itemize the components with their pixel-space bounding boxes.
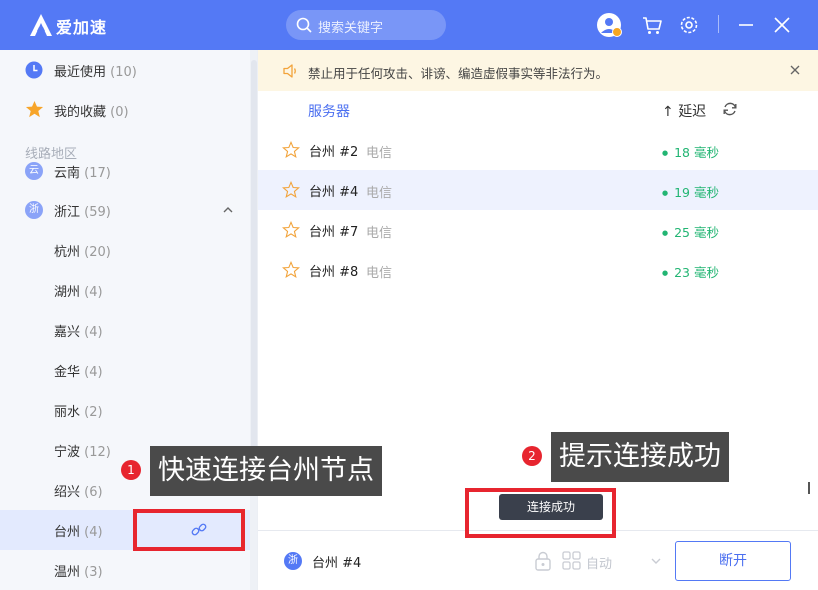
server-latency: 23 毫秒 (662, 262, 719, 281)
close-icon[interactable] (769, 12, 795, 38)
user-avatar-icon[interactable] (596, 12, 622, 38)
sidebar-item-count: (2) (84, 405, 103, 420)
sidebar-item-label: 宁波 (54, 445, 81, 460)
clock-icon (25, 61, 43, 79)
sidebar-item-label: 台州 (54, 525, 81, 540)
sidebar-item-label: 丽水 (54, 405, 81, 420)
window-edge-marker (808, 482, 818, 494)
disconnect-button[interactable]: 断开 (675, 541, 791, 581)
server-name: 台州 #7 (309, 225, 359, 240)
sidebar-item-count: (17) (84, 166, 111, 180)
sidebar-item-count: (4) (84, 325, 103, 340)
sidebar-item-count: (3) (84, 565, 103, 580)
sidebar-item-count: (59) (84, 205, 111, 220)
sidebar-item-count: (10) (110, 65, 137, 80)
favorite-star-icon[interactable] (282, 181, 300, 199)
star-filled-icon (25, 100, 44, 118)
favorite-star-icon[interactable] (282, 221, 300, 239)
sidebar-item-label: 最近使用 (54, 65, 107, 80)
sidebar-item-label: 杭州 (54, 245, 81, 260)
notice-text: 禁止用于任何攻击、诽谤、编造虚假事实等非法行为。 (308, 66, 609, 81)
sidebar-item-label: 温州 (54, 565, 81, 580)
sidebar-item-province-zhejiang[interactable]: 浙 浙江 (59) (0, 190, 250, 230)
annotation-highlight-box-2 (465, 488, 616, 538)
sidebar-item-label: 云南 (54, 166, 81, 180)
sidebar-item-count: (4) (84, 285, 103, 300)
connection-bar: 浙 台州 #4 自动 断开 (258, 530, 818, 590)
server-latency: 25 毫秒 (662, 222, 719, 241)
province-icon: 云 (25, 162, 43, 180)
sidebar-item-city[interactable]: 湖州 (4) (0, 270, 250, 310)
server-name: 台州 #2 (309, 145, 359, 160)
sidebar-item-city[interactable]: 杭州 (20) (0, 230, 250, 270)
server-isp: 电信 (366, 266, 393, 281)
sidebar-item-count: (6) (84, 485, 103, 500)
annotation-number-1: 1 (121, 460, 141, 480)
server-isp: 电信 (366, 186, 393, 201)
title-bar: 爱加速 搜索关键字 (0, 0, 818, 50)
sidebar-item-favorites[interactable]: 我的收藏 (0) (0, 90, 250, 130)
server-row[interactable]: 台州 #8 电信 23 毫秒 (258, 250, 818, 290)
search-box[interactable]: 搜索关键字 (286, 10, 446, 40)
chevron-up-icon[interactable] (222, 204, 234, 216)
notice-close-icon[interactable] (788, 63, 802, 77)
app-logo-icon (30, 14, 52, 36)
favorite-star-icon[interactable] (282, 141, 300, 159)
annotation-callout-1: 快速连接台州节点 (150, 446, 382, 496)
province-icon: 浙 (284, 552, 302, 570)
server-name: 台州 #8 (309, 265, 359, 280)
app-title: 爱加速 (56, 18, 108, 37)
annotation-highlight-box-1 (133, 509, 245, 551)
column-header-latency-label: 延迟 (678, 104, 707, 120)
sidebar-item-label: 我的收藏 (54, 105, 107, 120)
cart-icon[interactable] (639, 12, 665, 38)
notice-banner: 禁止用于任何攻击、诽谤、编造虚假事实等非法行为。 (258, 50, 818, 91)
speaker-icon (283, 64, 296, 78)
annotation-callout-2: 提示连接成功 (551, 432, 729, 482)
sidebar-item-count: (0) (110, 105, 129, 120)
sidebar-item-province-yunnan[interactable]: 云 云南 (17) (0, 162, 250, 180)
search-input[interactable]: 搜索关键字 (318, 17, 383, 36)
annotation-number-2: 2 (522, 446, 542, 466)
sidebar-item-city[interactable]: 嘉兴 (4) (0, 310, 250, 350)
sidebar-item-count: (20) (84, 245, 111, 260)
server-row-active[interactable]: 台州 #4 电信 19 毫秒 (258, 170, 818, 210)
minimize-icon[interactable] (733, 12, 759, 38)
connected-server-name: 台州 #4 (312, 556, 362, 571)
province-icon: 浙 (25, 201, 43, 219)
server-row[interactable]: 台州 #7 电信 25 毫秒 (258, 210, 818, 250)
server-isp: 电信 (366, 226, 393, 241)
server-latency: 18 毫秒 (662, 142, 719, 161)
chevron-down-icon[interactable] (650, 555, 662, 567)
server-name: 台州 #4 (309, 185, 359, 200)
server-isp: 电信 (366, 146, 393, 161)
sidebar-item-city[interactable]: 金华 (4) (0, 350, 250, 390)
sidebar-item-count: (4) (84, 525, 103, 540)
sidebar-item-count: (4) (84, 365, 103, 380)
mode-select-value[interactable]: 自动 (586, 553, 612, 572)
sidebar-scrollbar-thumb[interactable] (251, 60, 257, 460)
column-header-server[interactable]: 服务器 (308, 101, 350, 121)
search-icon (296, 17, 312, 33)
section-label-regions: 线路地区 (25, 147, 78, 162)
refresh-icon[interactable] (722, 101, 738, 117)
server-latency: 19 毫秒 (662, 182, 719, 201)
sidebar-item-label: 嘉兴 (54, 325, 81, 340)
server-row[interactable]: 台州 #2 电信 18 毫秒 (258, 130, 818, 170)
sidebar-item-city[interactable]: 温州 (3) (0, 550, 250, 590)
sidebar-item-label: 金华 (54, 365, 81, 380)
lock-icon[interactable] (534, 551, 552, 571)
sidebar-item-city[interactable]: 丽水 (2) (0, 390, 250, 430)
favorite-star-icon[interactable] (282, 261, 300, 279)
column-header-latency[interactable]: ↑ 延迟 (662, 101, 706, 121)
sidebar-item-count: (12) (84, 445, 111, 460)
sidebar-item-label: 浙江 (54, 205, 81, 220)
sidebar-item-recent[interactable]: 最近使用 (10) (0, 50, 250, 90)
settings-gear-icon[interactable] (676, 12, 702, 38)
sidebar-item-label: 湖州 (54, 285, 81, 300)
sidebar-item-label: 绍兴 (54, 485, 81, 500)
titlebar-separator (718, 15, 719, 33)
mode-grid-icon[interactable] (562, 551, 581, 570)
